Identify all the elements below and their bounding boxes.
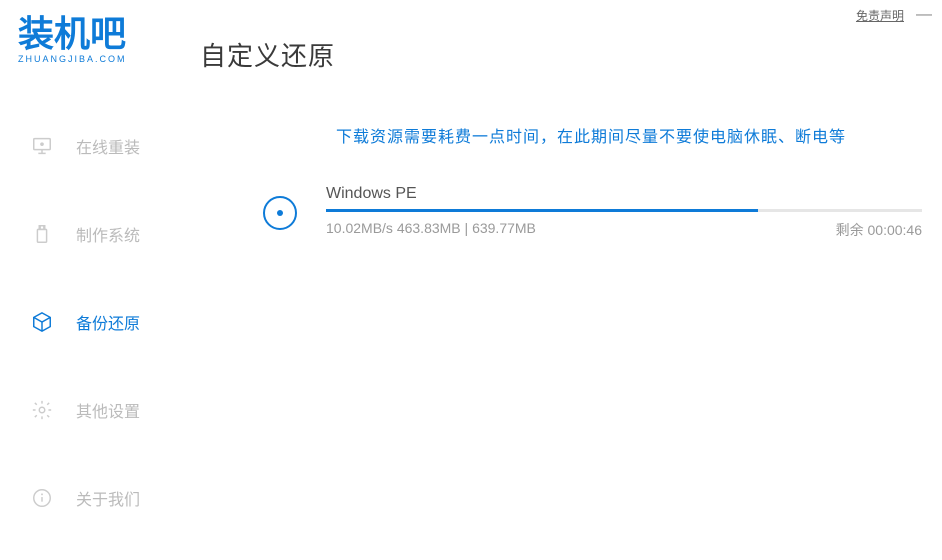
sidebar-item-label: 在线重装 [76, 134, 140, 158]
download-speed-size: 10.02MB/s 463.83MB | 639.77MB [326, 220, 536, 240]
gear-icon [30, 398, 54, 422]
page-title: 自定义还原 [200, 36, 922, 73]
download-notice: 下载资源需要耗费一点时间，在此期间尽量不要使电脑休眠、断电等 [260, 123, 922, 147]
sidebar-item-label: 制作系统 [76, 222, 140, 246]
progress-bar [326, 209, 922, 212]
sidebar: 在线重装 制作系统 备份还原 其他设置 [0, 120, 200, 560]
usb-icon [30, 222, 54, 246]
info-icon [30, 486, 54, 510]
sidebar-item-online-reinstall[interactable]: 在线重装 [0, 120, 200, 172]
logo-text-cn: 装机吧 [18, 14, 126, 54]
cube-icon [30, 310, 54, 334]
download-remaining: 剩余 00:00:46 [836, 220, 922, 240]
sidebar-item-label: 备份还原 [76, 310, 140, 334]
sidebar-item-label: 其他设置 [76, 398, 140, 422]
sidebar-item-backup-restore[interactable]: 备份还原 [0, 296, 200, 348]
main-content: 自定义还原 下载资源需要耗费一点时间，在此期间尽量不要使电脑休眠、断电等 Win… [200, 36, 922, 240]
sidebar-item-make-system[interactable]: 制作系统 [0, 208, 200, 260]
sidebar-item-label: 关于我们 [76, 486, 140, 510]
download-stats: 10.02MB/s 463.83MB | 639.77MB 剩余 00:00:4… [326, 220, 922, 240]
disclaimer-link[interactable]: 免责声明 [856, 7, 904, 24]
download-row: Windows PE 10.02MB/s 463.83MB | 639.77MB… [260, 185, 922, 240]
app-logo: 装机吧 ZHUANGJIBA.COM [18, 10, 168, 71]
logo-text-url: ZHUANGJIBA.COM [18, 54, 127, 64]
sidebar-item-about-us[interactable]: 关于我们 [0, 472, 200, 524]
minimize-button[interactable]: — [916, 6, 932, 24]
sidebar-item-other-settings[interactable]: 其他设置 [0, 384, 200, 436]
disc-icon [260, 193, 300, 233]
topbar: 免责声明 — [856, 6, 932, 24]
progress-fill [326, 209, 758, 212]
monitor-icon [30, 134, 54, 158]
download-body: Windows PE 10.02MB/s 463.83MB | 639.77MB… [326, 185, 922, 240]
download-item-name: Windows PE [326, 185, 922, 203]
